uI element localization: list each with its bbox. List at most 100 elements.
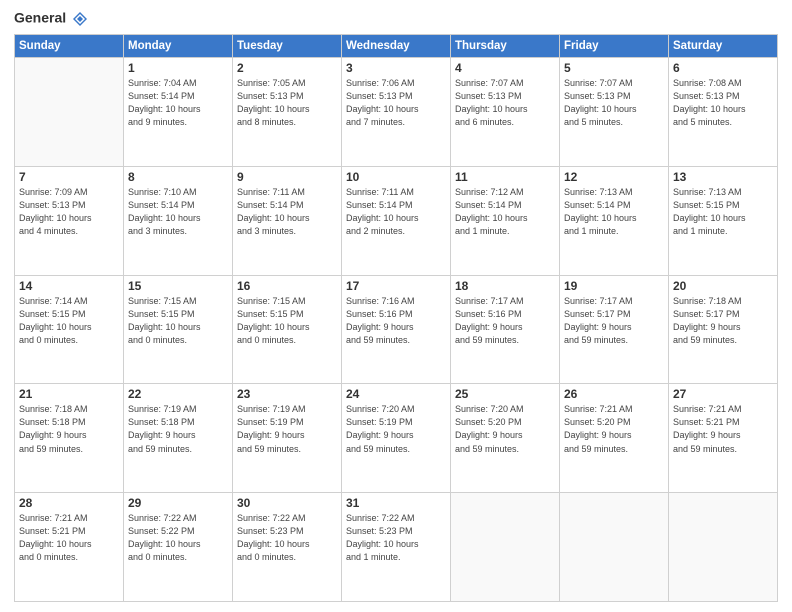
weekday-saturday: Saturday [669,35,778,58]
logo-icon [71,10,89,28]
weekday-sunday: Sunday [15,35,124,58]
weekday-monday: Monday [124,35,233,58]
day-info: Sunrise: 7:19 AMSunset: 5:18 PMDaylight:… [128,403,228,455]
day-info: Sunrise: 7:15 AMSunset: 5:15 PMDaylight:… [128,295,228,347]
weekday-thursday: Thursday [451,35,560,58]
day-number: 25 [455,387,555,401]
day-number: 31 [346,496,446,510]
day-info: Sunrise: 7:13 AMSunset: 5:15 PMDaylight:… [673,186,773,238]
day-info: Sunrise: 7:11 AMSunset: 5:14 PMDaylight:… [237,186,337,238]
day-number: 22 [128,387,228,401]
day-number: 21 [19,387,119,401]
day-number: 6 [673,61,773,75]
day-info: Sunrise: 7:11 AMSunset: 5:14 PMDaylight:… [346,186,446,238]
day-number: 15 [128,279,228,293]
day-number: 1 [128,61,228,75]
day-number: 28 [19,496,119,510]
calendar-cell: 26 Sunrise: 7:21 AMSunset: 5:20 PMDayligh… [560,384,669,493]
day-number: 11 [455,170,555,184]
calendar-cell: 23 Sunrise: 7:19 AMSunset: 5:19 PMDayligh… [233,384,342,493]
calendar-cell: 24Sunrise: 7:20 AMSunset: 5:19 PMDayligh… [342,384,451,493]
calendar-cell: 1Sunrise: 7:04 AMSunset: 5:14 PMDaylight… [124,58,233,167]
weekday-tuesday: Tuesday [233,35,342,58]
day-number: 8 [128,170,228,184]
day-number: 10 [346,170,446,184]
week-row-4: 21 Sunrise: 7:18 AMSunset: 5:18 PMDayligh… [15,384,778,493]
day-info: Sunrise: 7:22 AMSunset: 5:22 PMDaylight:… [128,512,228,564]
week-row-1: 1Sunrise: 7:04 AMSunset: 5:14 PMDaylight… [15,58,778,167]
day-number: 13 [673,170,773,184]
calendar-cell: 2 Sunrise: 7:05 AMSunset: 5:13 PMDaylight… [233,58,342,167]
header: General [14,10,778,28]
day-info: Sunrise: 7:18 AMSunset: 5:18 PMDaylight:… [19,403,119,455]
day-info: Sunrise: 7:07 AMSunset: 5:13 PMDaylight:… [455,77,555,129]
day-info: Sunrise: 7:14 AMSunset: 5:15 PMDaylight:… [19,295,119,347]
page: General SundayMondayTuesdayWednesdayThur… [0,0,792,612]
day-info: Sunrise: 7:09 AMSunset: 5:13 PMDaylight:… [19,186,119,238]
day-info: Sunrise: 7:18 AMSunset: 5:17 PMDaylight:… [673,295,773,347]
calendar-cell: 22 Sunrise: 7:19 AMSunset: 5:18 PMDayligh… [124,384,233,493]
day-number: 9 [237,170,337,184]
day-number: 24 [346,387,446,401]
weekday-friday: Friday [560,35,669,58]
day-info: Sunrise: 7:05 AMSunset: 5:13 PMDaylight:… [237,77,337,129]
day-info: Sunrise: 7:15 AMSunset: 5:15 PMDaylight:… [237,295,337,347]
day-info: Sunrise: 7:21 AMSunset: 5:21 PMDaylight:… [19,512,119,564]
day-info: Sunrise: 7:07 AMSunset: 5:13 PMDaylight:… [564,77,664,129]
day-info: Sunrise: 7:17 AMSunset: 5:17 PMDaylight:… [564,295,664,347]
day-number: 23 [237,387,337,401]
calendar-cell: 5 Sunrise: 7:07 AMSunset: 5:13 PMDaylight… [560,58,669,167]
day-number: 4 [455,61,555,75]
calendar-cell [15,58,124,167]
calendar-cell: 21 Sunrise: 7:18 AMSunset: 5:18 PMDayligh… [15,384,124,493]
day-number: 12 [564,170,664,184]
calendar-cell: 10 Sunrise: 7:11 AMSunset: 5:14 PMDayligh… [342,166,451,275]
day-info: Sunrise: 7:13 AMSunset: 5:14 PMDaylight:… [564,186,664,238]
day-number: 30 [237,496,337,510]
day-number: 18 [455,279,555,293]
weekday-wednesday: Wednesday [342,35,451,58]
week-row-3: 14Sunrise: 7:14 AMSunset: 5:15 PMDayligh… [15,275,778,384]
day-number: 16 [237,279,337,293]
calendar-cell: 13 Sunrise: 7:13 AMSunset: 5:15 PMDayligh… [669,166,778,275]
calendar-cell [560,493,669,602]
day-info: Sunrise: 7:21 AMSunset: 5:20 PMDaylight:… [564,403,664,455]
day-number: 3 [346,61,446,75]
day-number: 2 [237,61,337,75]
calendar-cell: 31 Sunrise: 7:22 AMSunset: 5:23 PMDayligh… [342,493,451,602]
day-info: Sunrise: 7:08 AMSunset: 5:13 PMDaylight:… [673,77,773,129]
day-info: Sunrise: 7:22 AMSunset: 5:23 PMDaylight:… [237,512,337,564]
day-info: Sunrise: 7:16 AMSunset: 5:16 PMDaylight:… [346,295,446,347]
day-number: 26 [564,387,664,401]
calendar-cell: 12 Sunrise: 7:13 AMSunset: 5:14 PMDayligh… [560,166,669,275]
calendar-cell [669,493,778,602]
calendar-cell: 29 Sunrise: 7:22 AMSunset: 5:22 PMDayligh… [124,493,233,602]
day-info: Sunrise: 7:22 AMSunset: 5:23 PMDaylight:… [346,512,446,564]
calendar-cell: 30 Sunrise: 7:22 AMSunset: 5:23 PMDayligh… [233,493,342,602]
day-number: 7 [19,170,119,184]
day-number: 17 [346,279,446,293]
day-number: 19 [564,279,664,293]
logo: General [14,10,89,28]
calendar-cell: 7 Sunrise: 7:09 AMSunset: 5:13 PMDaylight… [15,166,124,275]
week-row-5: 28 Sunrise: 7:21 AMSunset: 5:21 PMDayligh… [15,493,778,602]
week-row-2: 7 Sunrise: 7:09 AMSunset: 5:13 PMDaylight… [15,166,778,275]
calendar-cell: 4 Sunrise: 7:07 AMSunset: 5:13 PMDaylight… [451,58,560,167]
calendar-cell: 28 Sunrise: 7:21 AMSunset: 5:21 PMDayligh… [15,493,124,602]
calendar-cell: 11Sunrise: 7:12 AMSunset: 5:14 PMDayligh… [451,166,560,275]
calendar-cell [451,493,560,602]
calendar-cell: 17 Sunrise: 7:16 AMSunset: 5:16 PMDayligh… [342,275,451,384]
day-info: Sunrise: 7:06 AMSunset: 5:13 PMDaylight:… [346,77,446,129]
calendar-cell: 19 Sunrise: 7:17 AMSunset: 5:17 PMDayligh… [560,275,669,384]
day-info: Sunrise: 7:20 AMSunset: 5:20 PMDaylight:… [455,403,555,455]
day-number: 5 [564,61,664,75]
day-info: Sunrise: 7:19 AMSunset: 5:19 PMDaylight:… [237,403,337,455]
day-info: Sunrise: 7:17 AMSunset: 5:16 PMDaylight:… [455,295,555,347]
calendar: SundayMondayTuesdayWednesdayThursdayFrid… [14,34,778,602]
calendar-cell: 8Sunrise: 7:10 AMSunset: 5:14 PMDaylight… [124,166,233,275]
day-number: 29 [128,496,228,510]
day-number: 20 [673,279,773,293]
calendar-cell: 15 Sunrise: 7:15 AMSunset: 5:15 PMDayligh… [124,275,233,384]
calendar-cell: 14Sunrise: 7:14 AMSunset: 5:15 PMDayligh… [15,275,124,384]
calendar-cell: 25 Sunrise: 7:20 AMSunset: 5:20 PMDayligh… [451,384,560,493]
